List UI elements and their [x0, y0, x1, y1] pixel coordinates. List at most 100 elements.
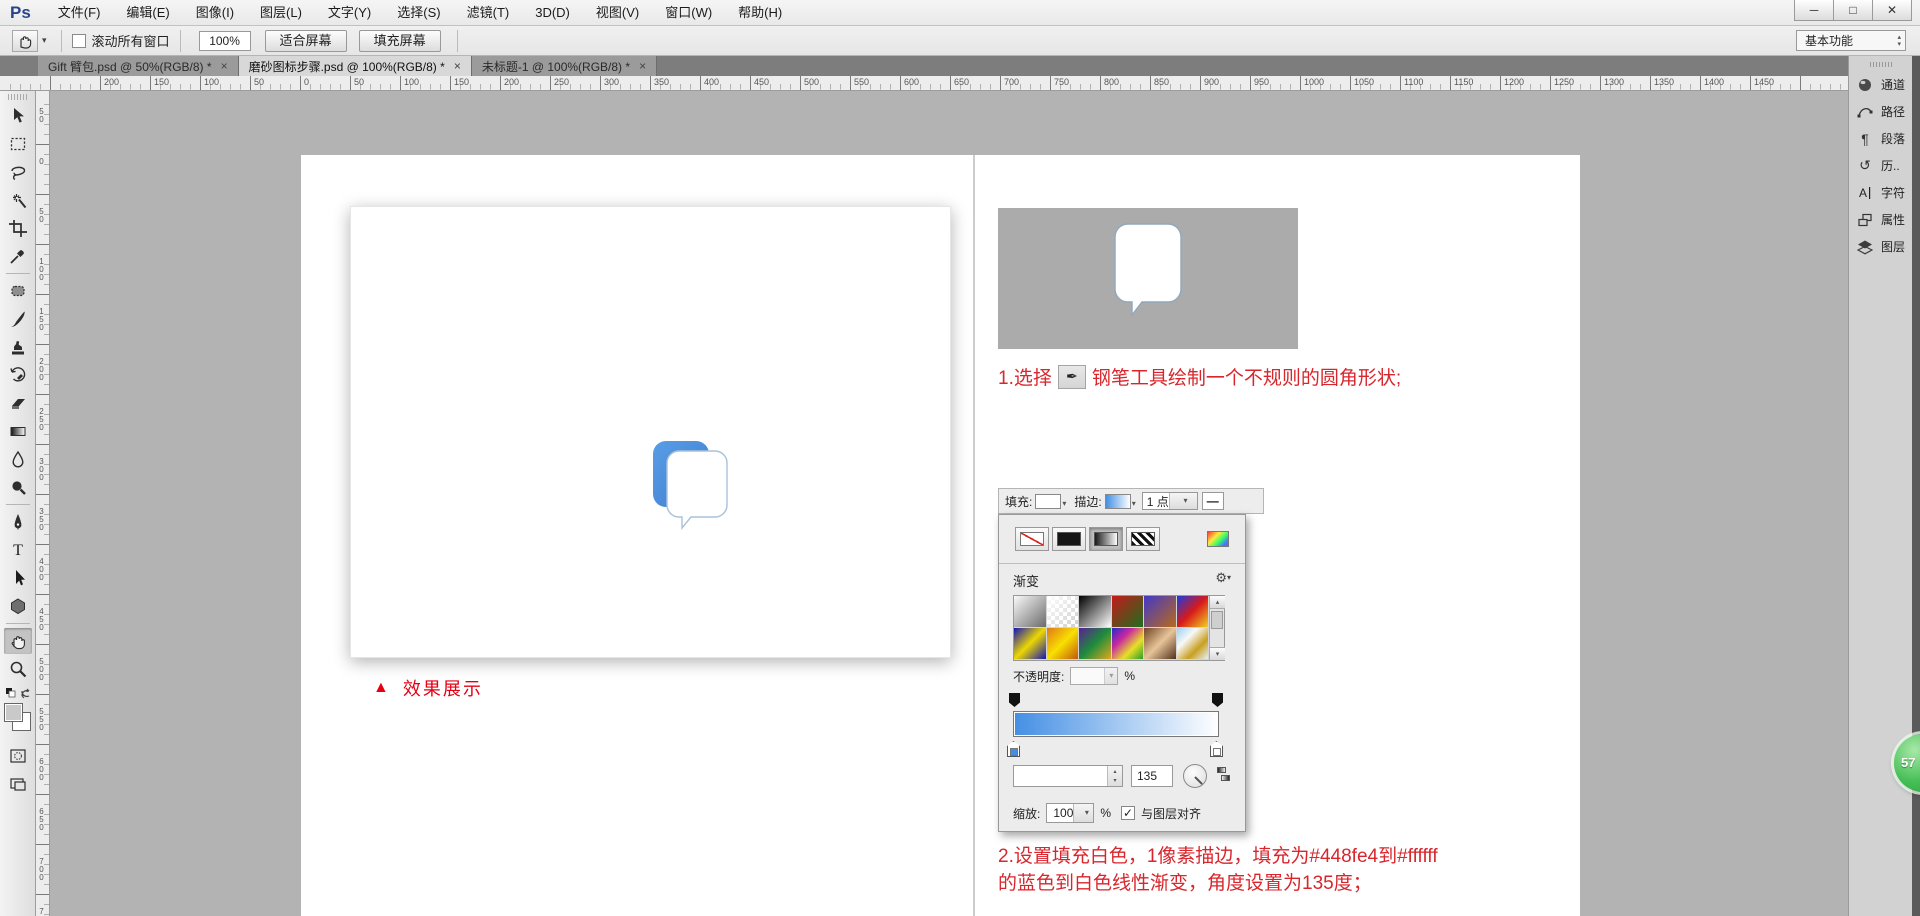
hand-tool-preview[interactable]: [12, 30, 38, 52]
scroll-up-icon[interactable]: ▴: [1210, 596, 1225, 609]
brush-tool[interactable]: [4, 306, 32, 332]
move-tool[interactable]: [4, 103, 32, 129]
menu-file[interactable]: 文件(F): [45, 0, 114, 26]
gradient-preset-swatch[interactable]: [1047, 628, 1080, 660]
menu-3d[interactable]: 3D(D): [522, 0, 583, 26]
hand-tool[interactable]: [4, 628, 32, 654]
default-colors-icon[interactable]: [6, 688, 15, 697]
gradient-preset-swatch[interactable]: [1144, 628, 1177, 660]
align-with-layer-checkbox[interactable]: ✓: [1121, 806, 1135, 820]
gradient-tool[interactable]: [4, 418, 32, 444]
eraser-tool[interactable]: [4, 390, 32, 416]
screen-mode-button[interactable]: [4, 771, 32, 797]
gear-menu-button[interactable]: ⚙▾: [1215, 570, 1231, 586]
tab-gift-psd[interactable]: Gift 臂包.psd @ 50%(RGB/8) * ×: [38, 56, 239, 76]
scroll-down-icon[interactable]: ▾: [1210, 647, 1225, 660]
color-stop-right[interactable]: [1210, 741, 1223, 757]
scroll-all-windows-checkbox[interactable]: [72, 34, 86, 48]
pen-tool[interactable]: [4, 509, 32, 535]
zoom-tool[interactable]: [4, 656, 32, 682]
blur-tool[interactable]: [4, 446, 32, 472]
tab-untitled-1[interactable]: 未标题-1 @ 100%(RGB/8) * ×: [472, 56, 657, 76]
gradient-preset-swatch[interactable]: [1177, 628, 1210, 660]
shape-tool[interactable]: [4, 593, 32, 619]
path-selection-tool[interactable]: [4, 565, 32, 591]
angle-dial[interactable]: [1183, 764, 1207, 788]
dock-item-paragraph[interactable]: ¶ 段落: [1849, 125, 1912, 152]
pattern-fill-button[interactable]: [1126, 527, 1160, 551]
color-stop-left[interactable]: [1007, 741, 1020, 757]
lasso-tool[interactable]: [4, 159, 32, 185]
clone-stamp-tool[interactable]: [4, 334, 32, 360]
dock-item-layers[interactable]: 图层: [1849, 233, 1912, 260]
stroke-swatch[interactable]: [1105, 494, 1131, 509]
gradient-preset-swatch[interactable]: [1047, 596, 1080, 628]
tab-close-icon[interactable]: ×: [454, 59, 461, 73]
tool-preview-caret-icon[interactable]: ▾: [42, 35, 47, 46]
gradient-preset-swatch[interactable]: [1144, 596, 1177, 628]
stroke-width-combo[interactable]: 1 点 ▾: [1142, 492, 1198, 510]
gradient-preset-swatch[interactable]: [1014, 628, 1047, 660]
presets-scrollbar[interactable]: ▴ ▾: [1209, 596, 1224, 660]
fit-screen-button[interactable]: 适合屏幕: [265, 30, 347, 52]
dock-item-character[interactable]: A 字符: [1849, 179, 1912, 206]
swap-colors-icon[interactable]: [21, 689, 28, 698]
gradient-preset-swatch[interactable]: [1079, 628, 1112, 660]
dock-item-history[interactable]: ↺ 历..: [1849, 152, 1912, 179]
menu-layer[interactable]: 图层(L): [247, 0, 315, 26]
scale-combo[interactable]: 100 ▾: [1046, 803, 1094, 823]
opacity-stop-left[interactable]: [1009, 693, 1020, 707]
workspace-selector[interactable]: 基本功能 ▴▾: [1796, 30, 1906, 51]
type-tool[interactable]: T: [4, 537, 32, 563]
marquee-tool[interactable]: [4, 131, 32, 157]
menu-filter[interactable]: 滤镜(T): [454, 0, 523, 26]
gradient-preset-swatch[interactable]: [1079, 596, 1112, 628]
reverse-gradient-icon[interactable]: [1217, 767, 1233, 783]
crop-tool[interactable]: [4, 215, 32, 241]
color-picker-button[interactable]: [1207, 531, 1229, 547]
zoom-percent-input[interactable]: 100%: [199, 31, 251, 51]
quick-selection-tool[interactable]: [4, 187, 32, 213]
gradient-type-combo[interactable]: ▴▾: [1013, 765, 1123, 787]
quick-mask-button[interactable]: [4, 743, 32, 769]
gradient-preview-bar[interactable]: [1013, 711, 1219, 737]
dodge-tool[interactable]: [4, 474, 32, 500]
menu-window[interactable]: 窗口(W): [652, 0, 725, 26]
menu-image[interactable]: 图像(I): [183, 0, 247, 26]
fill-screen-button[interactable]: 填充屏幕: [359, 30, 441, 52]
dock-item-properties[interactable]: 属性: [1849, 206, 1912, 233]
angle-input[interactable]: 135: [1131, 765, 1173, 787]
gradient-preset-swatch[interactable]: [1112, 596, 1145, 628]
tools-panel-grip[interactable]: [8, 94, 28, 100]
close-button[interactable]: ✕: [1872, 0, 1912, 21]
menu-view[interactable]: 视图(V): [583, 0, 652, 26]
dock-item-channels[interactable]: 通道: [1849, 71, 1912, 98]
scrollbar-thumb[interactable]: [1211, 611, 1223, 629]
tab-close-icon[interactable]: ×: [221, 59, 228, 73]
foreground-color-swatch[interactable]: [4, 703, 23, 722]
menu-select[interactable]: 选择(S): [384, 0, 453, 26]
dock-grip[interactable]: [1870, 62, 1892, 67]
history-brush-tool[interactable]: [4, 362, 32, 388]
gradient-preset-swatch[interactable]: [1112, 628, 1145, 660]
maximize-button[interactable]: □: [1833, 0, 1873, 21]
canvas-area[interactable]: ▲ 效果展示 1.选择 ✒ 钢笔工具绘制一个不规则的圆角形状; 填充: ▾ 描边: [50, 91, 1848, 916]
menu-help[interactable]: 帮助(H): [725, 0, 795, 26]
opacity-stop-right[interactable]: [1212, 693, 1223, 707]
dock-item-paths[interactable]: 路径: [1849, 98, 1912, 125]
tab-frosted-icon-steps-psd[interactable]: 磨砂图标步骤.psd @ 100%(RGB/8) * ×: [239, 56, 472, 76]
opacity-combo[interactable]: ▾: [1070, 667, 1118, 685]
stroke-type-line-icon[interactable]: —: [1202, 492, 1224, 510]
menu-edit[interactable]: 编辑(E): [113, 0, 182, 26]
tab-close-icon[interactable]: ×: [639, 59, 646, 73]
fill-swatch[interactable]: [1035, 494, 1061, 509]
healing-patch-tool[interactable]: [4, 278, 32, 304]
gradient-preset-swatch[interactable]: [1177, 596, 1210, 628]
gradient-fill-button[interactable]: [1089, 527, 1123, 551]
eyedropper-tool[interactable]: [4, 243, 32, 269]
gradient-preset-swatch[interactable]: [1014, 596, 1047, 628]
menu-type[interactable]: 文字(Y): [315, 0, 384, 26]
no-color-button[interactable]: [1015, 527, 1049, 551]
minimize-button[interactable]: ─: [1794, 0, 1834, 21]
solid-color-button[interactable]: [1052, 527, 1086, 551]
